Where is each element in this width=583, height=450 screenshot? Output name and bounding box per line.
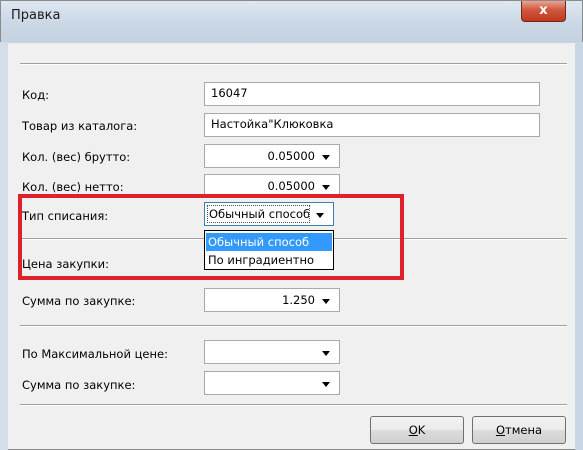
code-field[interactable]: 16047 (204, 82, 540, 106)
chevron-down-icon (322, 382, 330, 387)
window-title: Правка (11, 8, 61, 23)
catalog-item-field[interactable]: Настойка"Клюковка (204, 113, 540, 137)
close-icon: x (539, 3, 548, 18)
separator (20, 404, 567, 406)
ok-mnemonic: O (408, 423, 418, 437)
separator (20, 63, 567, 65)
net-value: 0.05000 (267, 179, 315, 193)
separator (20, 325, 567, 327)
ok-button[interactable]: OK (370, 416, 464, 444)
cancel-label: тмена (505, 423, 543, 437)
purchase-sum-dropdown[interactable]: 1.250 (204, 288, 340, 312)
annotation-highlight-box (18, 194, 404, 280)
ok-label: K (417, 423, 426, 437)
net-label: Кол. (вес) нетто: (22, 180, 124, 194)
max-price-label: По Максимальной цене: (22, 347, 168, 361)
purchase-sum-label: Сумма по закупке: (22, 294, 136, 308)
gross-label: Кол. (вес) брутто: (22, 150, 131, 164)
title-bar[interactable]: Правка x (1, 1, 582, 43)
max-price-dropdown[interactable] (204, 340, 340, 364)
close-button[interactable]: x (521, 1, 566, 22)
chevron-down-icon (322, 351, 330, 356)
code-label: Код: (22, 88, 50, 102)
chevron-down-icon (322, 185, 330, 190)
gross-dropdown[interactable]: 0.05000 (204, 144, 340, 168)
chevron-down-icon (322, 155, 330, 160)
purchase-sum2-dropdown[interactable] (204, 371, 340, 395)
purchase-sum2-label: Сумма по закупке: (22, 378, 136, 392)
window-left-frame (0, 42, 8, 450)
gross-value: 0.05000 (267, 149, 315, 163)
cancel-mnemonic: О (495, 423, 506, 437)
purchase-sum-value: 1.250 (282, 293, 315, 307)
cancel-button[interactable]: Отмена (472, 416, 566, 444)
catalog-item-label: Товар из каталога: (22, 119, 138, 133)
window-right-frame (575, 42, 583, 450)
chevron-down-icon (322, 299, 330, 304)
